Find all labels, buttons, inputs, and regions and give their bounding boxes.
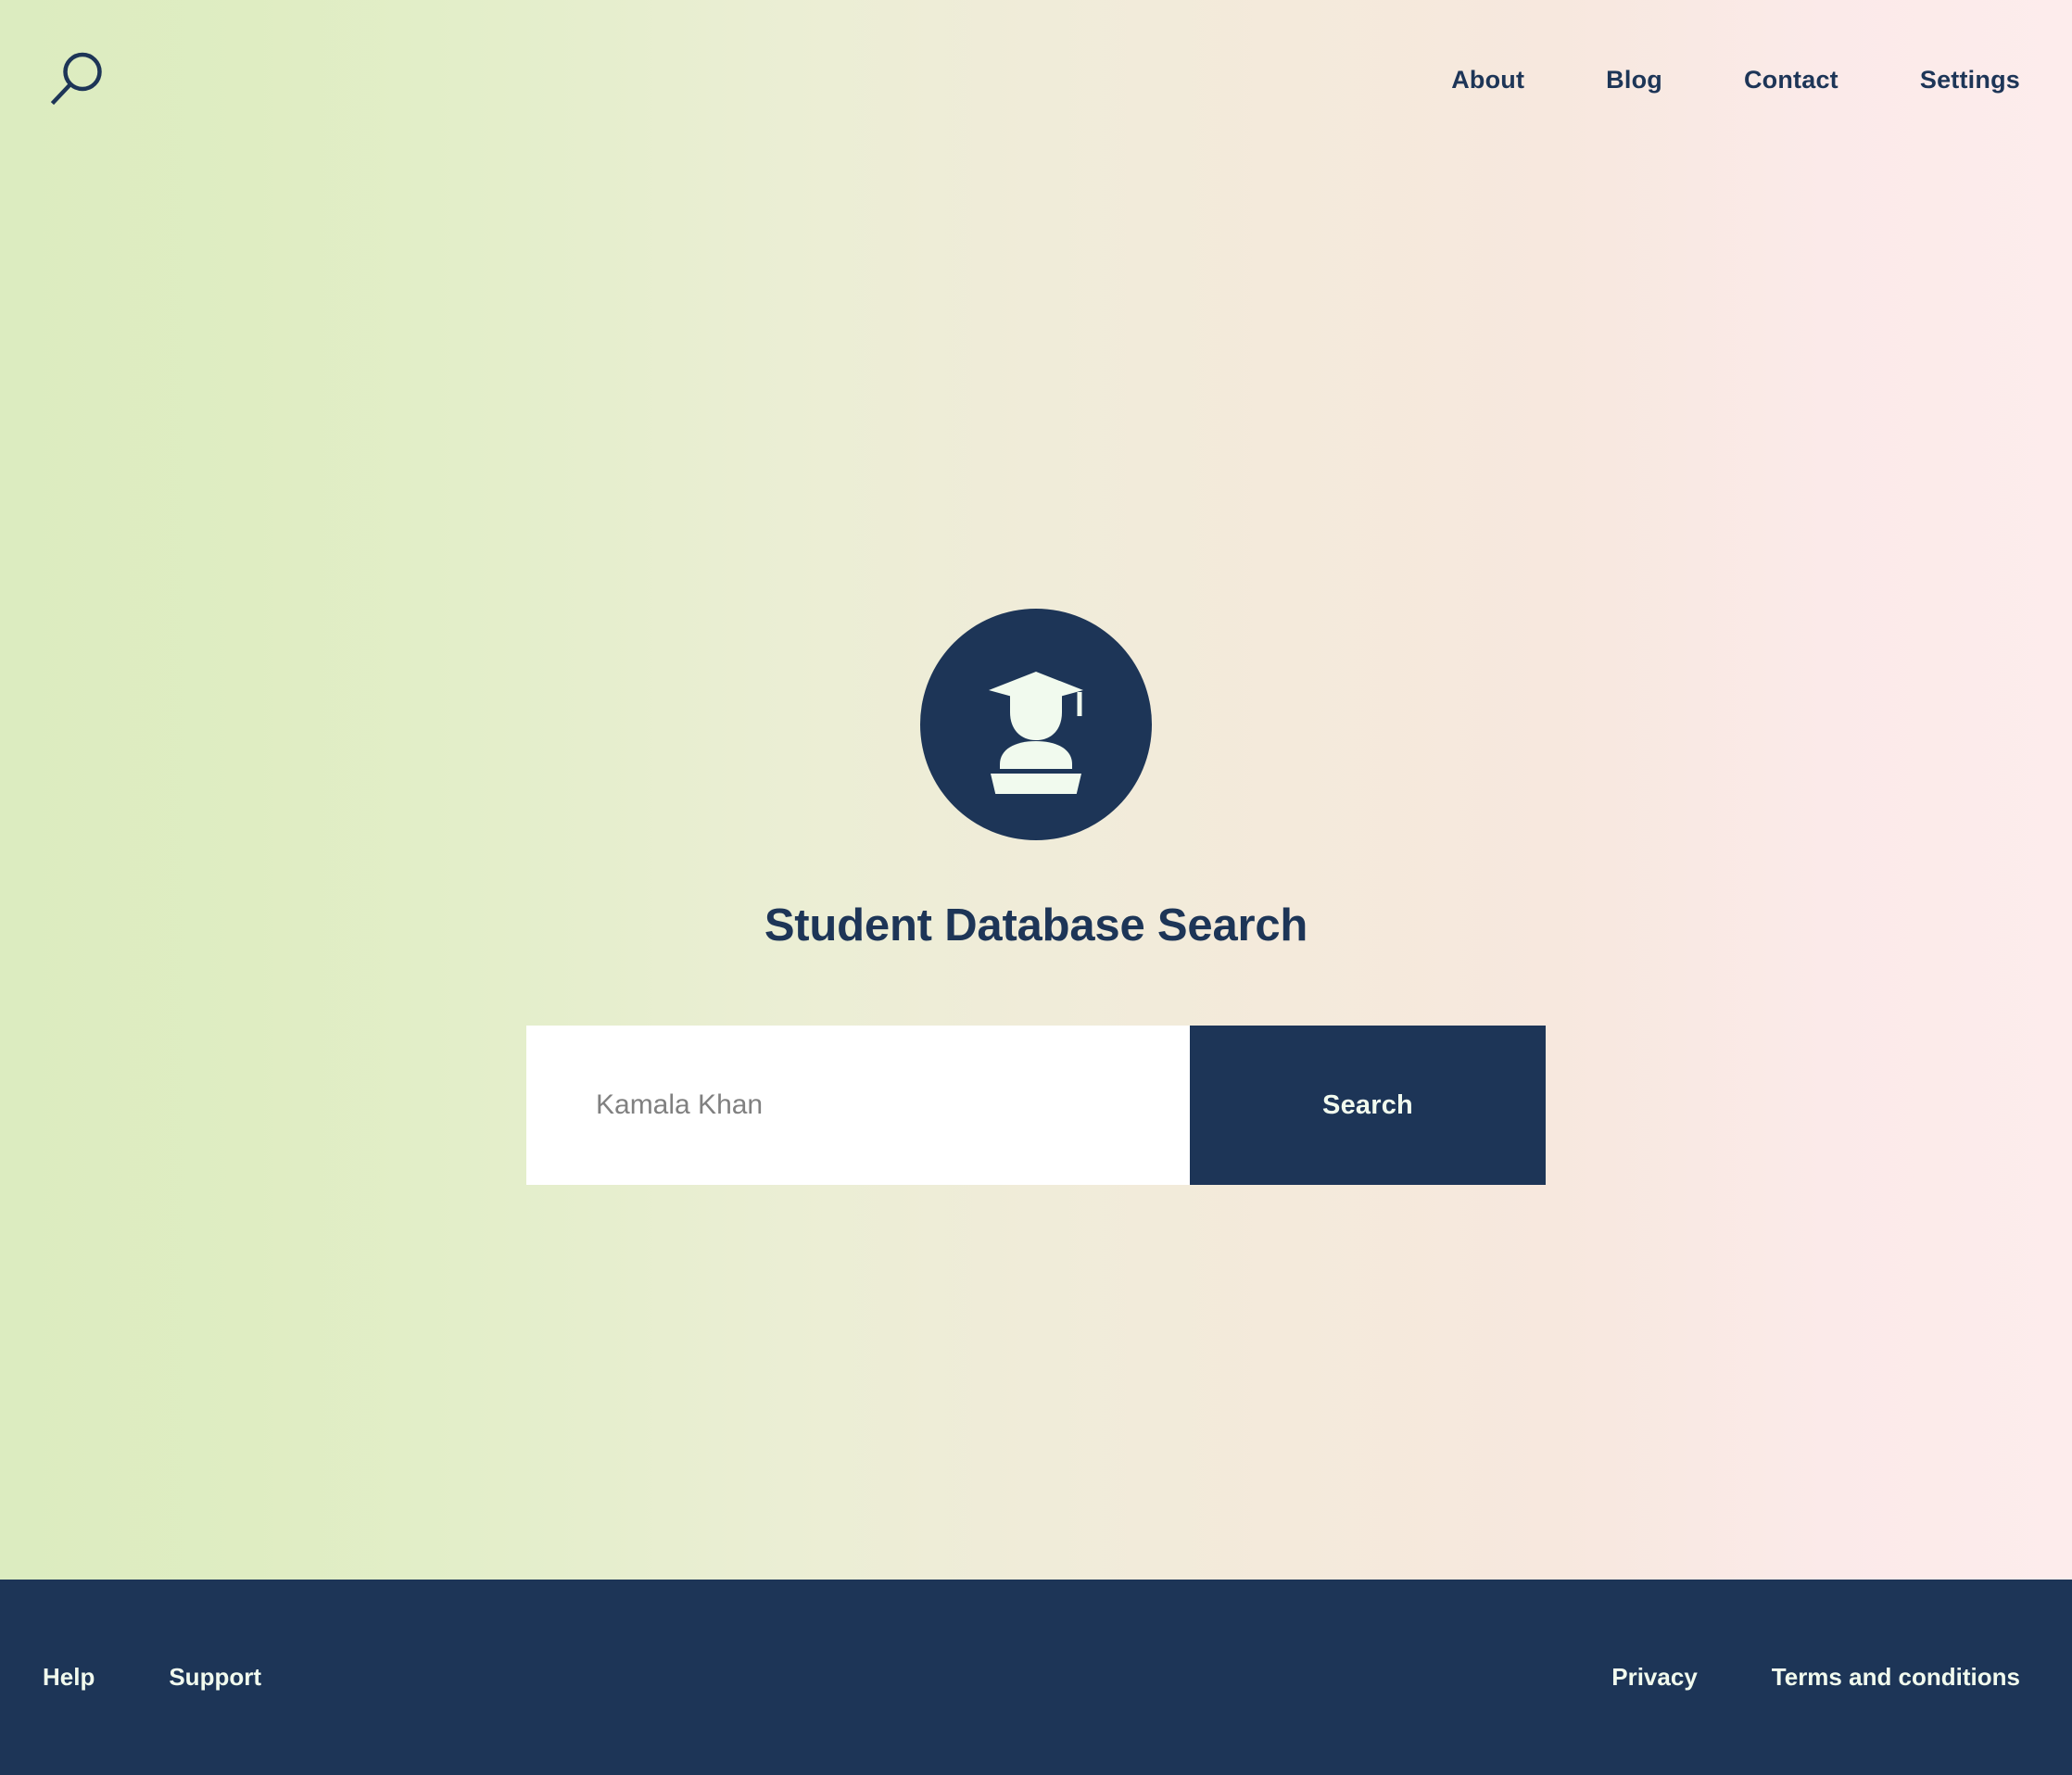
nav-item-about[interactable]: About [1451,57,1524,104]
page-root: About Blog Contact Settings Student Data… [0,0,2072,1775]
graduate-student-icon [920,609,1152,840]
footer-link-privacy[interactable]: Privacy [1611,1663,1698,1692]
footer-link-help[interactable]: Help [43,1663,95,1692]
footer-link-support[interactable]: Support [169,1663,261,1692]
footer-links-left: Help Support [43,1663,261,1692]
footer-links-right: Privacy Terms and conditions [1611,1663,2020,1692]
footer-link-terms[interactable]: Terms and conditions [1772,1663,2020,1692]
nav-item-blog[interactable]: Blog [1606,57,1662,104]
site-footer: Help Support Privacy Terms and condition… [0,1580,2072,1775]
search-input[interactable] [526,1026,1190,1185]
nav-item-contact[interactable]: Contact [1744,57,1838,104]
nav-item-settings[interactable]: Settings [1920,57,2020,104]
main-navigation: About Blog Contact Settings [1451,57,2020,104]
main-content: Student Database Search Search [0,159,2072,1580]
search-button[interactable]: Search [1190,1026,1546,1185]
site-header: About Blog Contact Settings [0,0,2072,159]
search-bar: Search [526,1026,1546,1185]
magnifier-icon[interactable] [43,46,109,113]
page-title: Student Database Search [764,900,1308,950]
